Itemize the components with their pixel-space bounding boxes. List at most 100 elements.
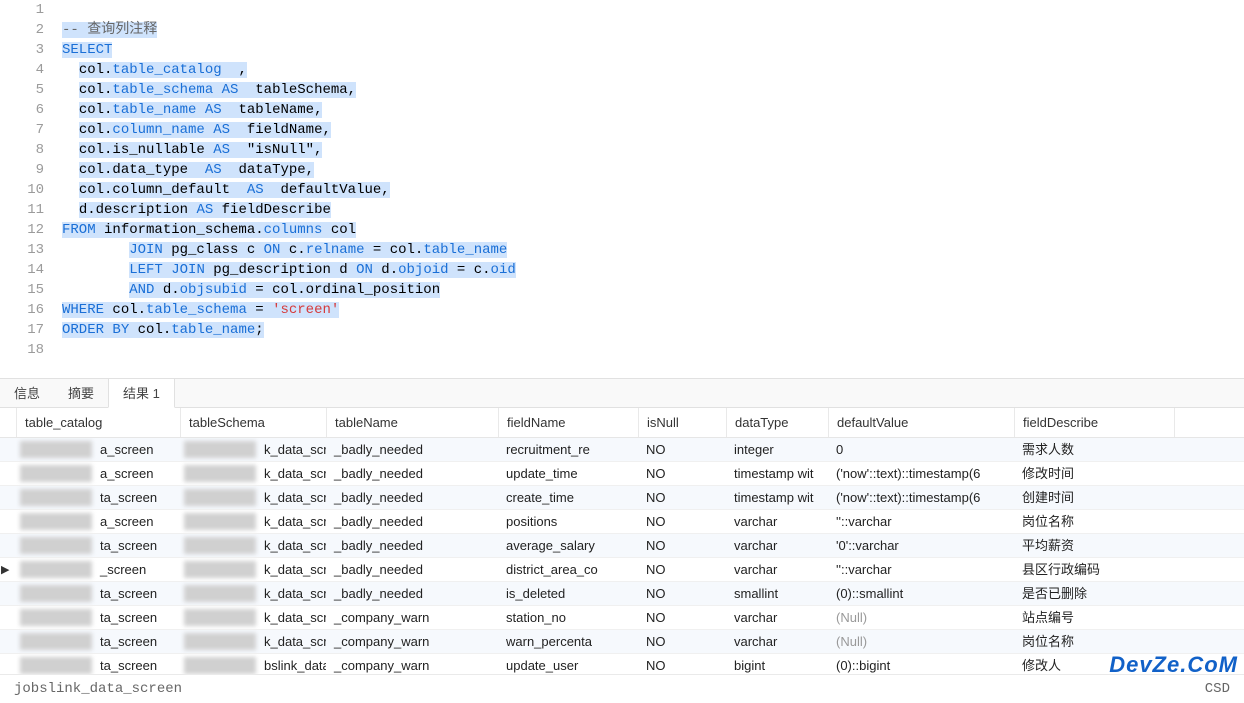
cell-default[interactable]: '0'::varchar — [828, 534, 1014, 557]
cell-isnull[interactable]: NO — [638, 510, 726, 533]
cell-schema[interactable]: k_data_scre — [180, 438, 326, 461]
table-row[interactable]: ta_screenk_data_scre_company_warnstation… — [0, 606, 1244, 630]
cell-schema[interactable]: k_data_scre — [180, 510, 326, 533]
code-area[interactable]: -- 查询列注释SELECT col.table_catalog , col.t… — [56, 0, 1244, 378]
sql-editor[interactable]: 123456789101112131415161718 -- 查询列注释SELE… — [0, 0, 1244, 378]
cell-schema[interactable]: k_data_scre — [180, 582, 326, 605]
col-field-name[interactable]: fieldName — [499, 408, 639, 437]
cell-table[interactable]: _badly_needed — [326, 486, 498, 509]
result-tabs: 信息 摘要 结果 1 — [0, 378, 1244, 408]
cell-field[interactable]: is_deleted — [498, 582, 638, 605]
tab-info[interactable]: 信息 — [0, 379, 54, 407]
cell-catalog[interactable]: a_screen — [16, 438, 180, 461]
cell-describe[interactable]: 县区行政编码 — [1014, 558, 1174, 581]
cell-field[interactable]: update_time — [498, 462, 638, 485]
cell-datatype[interactable]: integer — [726, 438, 828, 461]
cell-describe[interactable]: 修改时间 — [1014, 462, 1174, 485]
cell-catalog[interactable]: ta_screen — [16, 486, 180, 509]
cell-catalog[interactable]: ta_screen — [16, 534, 180, 557]
table-row[interactable]: a_screenk_data_scre_badly_neededposition… — [0, 510, 1244, 534]
cell-field[interactable]: warn_percenta — [498, 630, 638, 653]
cell-catalog[interactable]: a_screen — [16, 462, 180, 485]
cell-datatype[interactable]: smallint — [726, 582, 828, 605]
cell-catalog[interactable]: ta_screen — [16, 630, 180, 653]
status-left: jobslink_data_screen — [14, 675, 182, 702]
cell-describe[interactable]: 平均薪资 — [1014, 534, 1174, 557]
cell-schema[interactable]: k_data_scre — [180, 486, 326, 509]
cell-schema[interactable]: k_data_scre — [180, 558, 326, 581]
cell-datatype[interactable]: varchar — [726, 510, 828, 533]
cell-table[interactable]: _badly_needed — [326, 462, 498, 485]
cell-default[interactable]: ''::varchar — [828, 558, 1014, 581]
table-row[interactable]: ta_screenk_data_scre_company_warnwarn_pe… — [0, 630, 1244, 654]
table-row[interactable]: ta_screenk_data_scre_badly_neededaverage… — [0, 534, 1244, 558]
cell-datatype[interactable]: timestamp wit — [726, 486, 828, 509]
cell-isnull[interactable]: NO — [638, 438, 726, 461]
status-right: CSD — [1205, 675, 1230, 702]
col-field-describe[interactable]: fieldDescribe — [1015, 408, 1175, 437]
cell-schema[interactable]: k_data_scre — [180, 534, 326, 557]
cell-describe[interactable]: 岗位名称 — [1014, 630, 1174, 653]
cell-default[interactable]: (Null) — [828, 630, 1014, 653]
cell-describe[interactable]: 站点编号 — [1014, 606, 1174, 629]
cell-datatype[interactable]: varchar — [726, 606, 828, 629]
table-row[interactable]: a_screenk_data_scre_badly_neededrecruitm… — [0, 438, 1244, 462]
cell-schema[interactable]: k_data_scre — [180, 630, 326, 653]
col-data-type[interactable]: dataType — [727, 408, 829, 437]
cell-isnull[interactable]: NO — [638, 558, 726, 581]
col-table-catalog[interactable]: table_catalog — [17, 408, 181, 437]
table-row[interactable]: ta_screenk_data_scre_badly_neededcreate_… — [0, 486, 1244, 510]
cell-table[interactable]: _badly_needed — [326, 510, 498, 533]
cell-field[interactable]: create_time — [498, 486, 638, 509]
cell-table[interactable]: _badly_needed — [326, 558, 498, 581]
table-row[interactable]: ▶_screenk_data_scre_badly_neededdistrict… — [0, 558, 1244, 582]
cell-describe[interactable]: 岗位名称 — [1014, 510, 1174, 533]
cell-datatype[interactable]: timestamp wit — [726, 462, 828, 485]
cell-catalog[interactable]: ta_screen — [16, 582, 180, 605]
table-row[interactable]: a_screenk_data_scre_badly_neededupdate_t… — [0, 462, 1244, 486]
cell-datatype[interactable]: varchar — [726, 558, 828, 581]
tab-result-1[interactable]: 结果 1 — [108, 379, 175, 408]
cell-catalog[interactable]: ta_screen — [16, 606, 180, 629]
cell-field[interactable]: station_no — [498, 606, 638, 629]
tab-summary[interactable]: 摘要 — [54, 379, 108, 407]
cell-field[interactable]: average_salary — [498, 534, 638, 557]
cell-table[interactable]: _badly_needed — [326, 534, 498, 557]
cell-default[interactable]: 0 — [828, 438, 1014, 461]
cell-datatype[interactable]: varchar — [726, 630, 828, 653]
cell-default[interactable]: ('now'::text)::timestamp(6 — [828, 486, 1014, 509]
cell-default[interactable]: (0)::smallint — [828, 582, 1014, 605]
cell-schema[interactable]: k_data_scre — [180, 606, 326, 629]
cell-describe[interactable]: 创建时间 — [1014, 486, 1174, 509]
cell-datatype[interactable]: varchar — [726, 534, 828, 557]
col-table-schema[interactable]: tableSchema — [181, 408, 327, 437]
cell-isnull[interactable]: NO — [638, 630, 726, 653]
cell-default[interactable]: ('now'::text)::timestamp(6 — [828, 462, 1014, 485]
cell-catalog[interactable]: _screen — [16, 558, 180, 581]
col-is-null[interactable]: isNull — [639, 408, 727, 437]
cell-field[interactable]: recruitment_re — [498, 438, 638, 461]
cell-describe[interactable]: 是否已删除 — [1014, 582, 1174, 605]
line-gutter: 123456789101112131415161718 — [0, 0, 56, 378]
cell-isnull[interactable]: NO — [638, 534, 726, 557]
cell-schema[interactable]: k_data_scre — [180, 462, 326, 485]
cell-isnull[interactable]: NO — [638, 606, 726, 629]
cell-field[interactable]: positions — [498, 510, 638, 533]
col-default-value[interactable]: defaultValue — [829, 408, 1015, 437]
cell-table[interactable]: _company_warn — [326, 630, 498, 653]
cell-table[interactable]: _badly_needed — [326, 438, 498, 461]
cell-table[interactable]: _company_warn — [326, 606, 498, 629]
col-table-name[interactable]: tableName — [327, 408, 499, 437]
cell-isnull[interactable]: NO — [638, 462, 726, 485]
cell-describe[interactable]: 需求人数 — [1014, 438, 1174, 461]
cell-isnull[interactable]: NO — [638, 582, 726, 605]
row-marker-head — [0, 408, 17, 437]
table-row[interactable]: ta_screenk_data_scre_badly_neededis_dele… — [0, 582, 1244, 606]
cell-default[interactable]: (Null) — [828, 606, 1014, 629]
cell-catalog[interactable]: a_screen — [16, 510, 180, 533]
cell-isnull[interactable]: NO — [638, 486, 726, 509]
results-grid[interactable]: table_catalog tableSchema tableName fiel… — [0, 408, 1244, 678]
cell-field[interactable]: district_area_co — [498, 558, 638, 581]
cell-table[interactable]: _badly_needed — [326, 582, 498, 605]
cell-default[interactable]: ''::varchar — [828, 510, 1014, 533]
